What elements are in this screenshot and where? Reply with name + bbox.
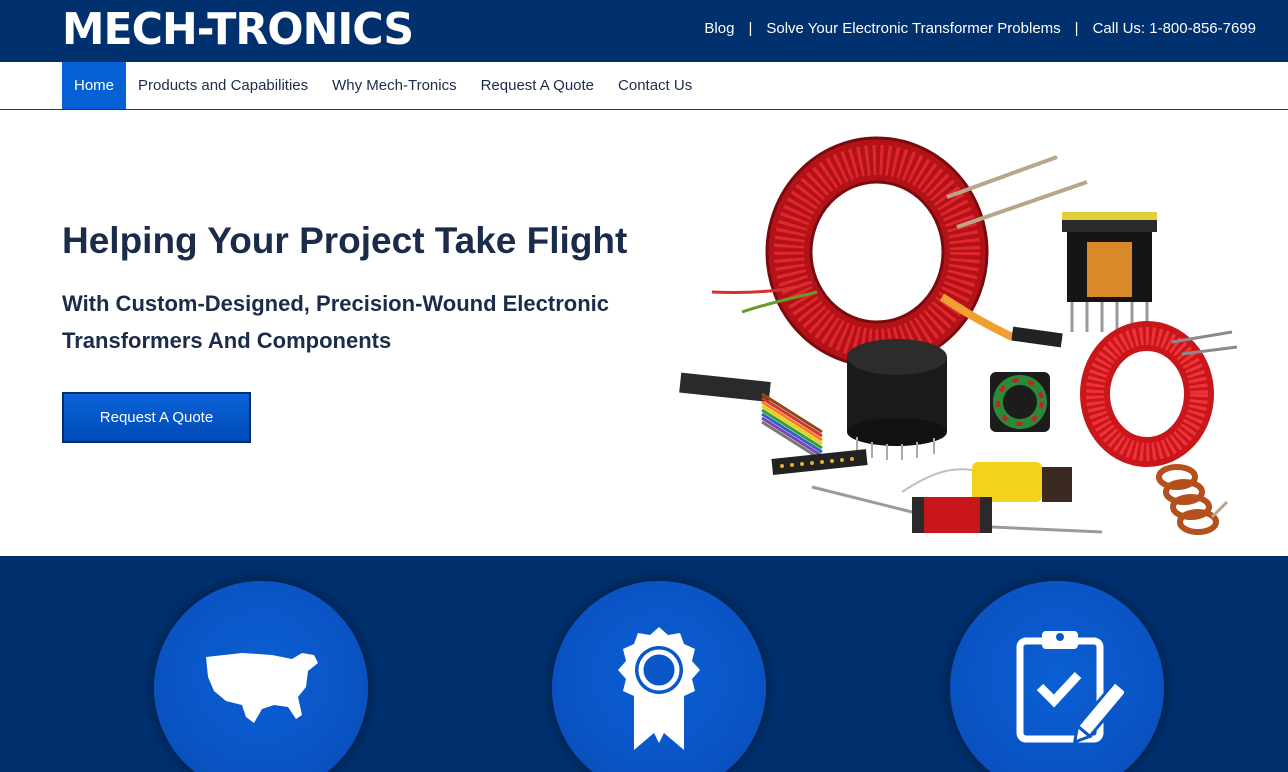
blog-link[interactable]: Blog — [704, 20, 734, 37]
usa-map-icon — [206, 653, 318, 723]
award-ribbon-icon — [618, 627, 700, 750]
nav-item-home[interactable]: Home — [62, 62, 127, 109]
electronic-components-image — [679, 136, 1238, 535]
nav-item-products[interactable]: Products and Capabilities — [126, 62, 320, 109]
request-quote-button[interactable]: Request A Quote — [62, 392, 251, 443]
hero-subtitle: With Custom-Designed, Precision-Wound El… — [62, 291, 609, 353]
hero-title: Helping Your Project Take Flight — [62, 220, 628, 261]
features-band — [0, 556, 1288, 772]
nav-item-contact[interactable]: Contact Us — [606, 62, 704, 109]
nav-item-request-quote[interactable]: Request A Quote — [469, 62, 606, 109]
hero-section: Helping Your Project Take Flight With Cu… — [0, 110, 1288, 556]
yellow-bobbin — [901, 462, 1072, 502]
green-toroid-case — [990, 372, 1050, 432]
feature-circle-usa — [154, 581, 368, 772]
feature-circle-clipboard — [950, 581, 1164, 772]
clipboard-check-icon — [1016, 631, 1124, 745]
site-logo[interactable]: MECH-TRONICS — [62, 6, 414, 54]
top-header: MECH-TRONICS Blog | Solve Your Electroni… — [0, 0, 1288, 62]
toroid-coil-small — [1080, 321, 1238, 467]
main-nav: Home Products and Capabilities Why Mech-… — [0, 62, 1288, 110]
separator: | — [748, 20, 753, 37]
top-links: Blog | Solve Your Electronic Transformer… — [704, 20, 1256, 37]
separator: | — [1074, 20, 1079, 37]
transformer-bobbin — [1062, 212, 1157, 332]
transformer-problems-link[interactable]: Solve Your Electronic Transformer Proble… — [766, 20, 1060, 37]
nav-item-why[interactable]: Why Mech-Tronics — [320, 62, 468, 109]
nav-list: Home Products and Capabilities Why Mech-… — [62, 62, 704, 109]
potted-transformer — [847, 339, 947, 460]
copper-spring-coil — [1156, 464, 1229, 535]
phone-link[interactable]: Call Us: 1-800-856-7699 — [1093, 20, 1256, 37]
feature-circle-award — [552, 581, 766, 772]
rainbow-ribbon-cable — [679, 372, 868, 475]
